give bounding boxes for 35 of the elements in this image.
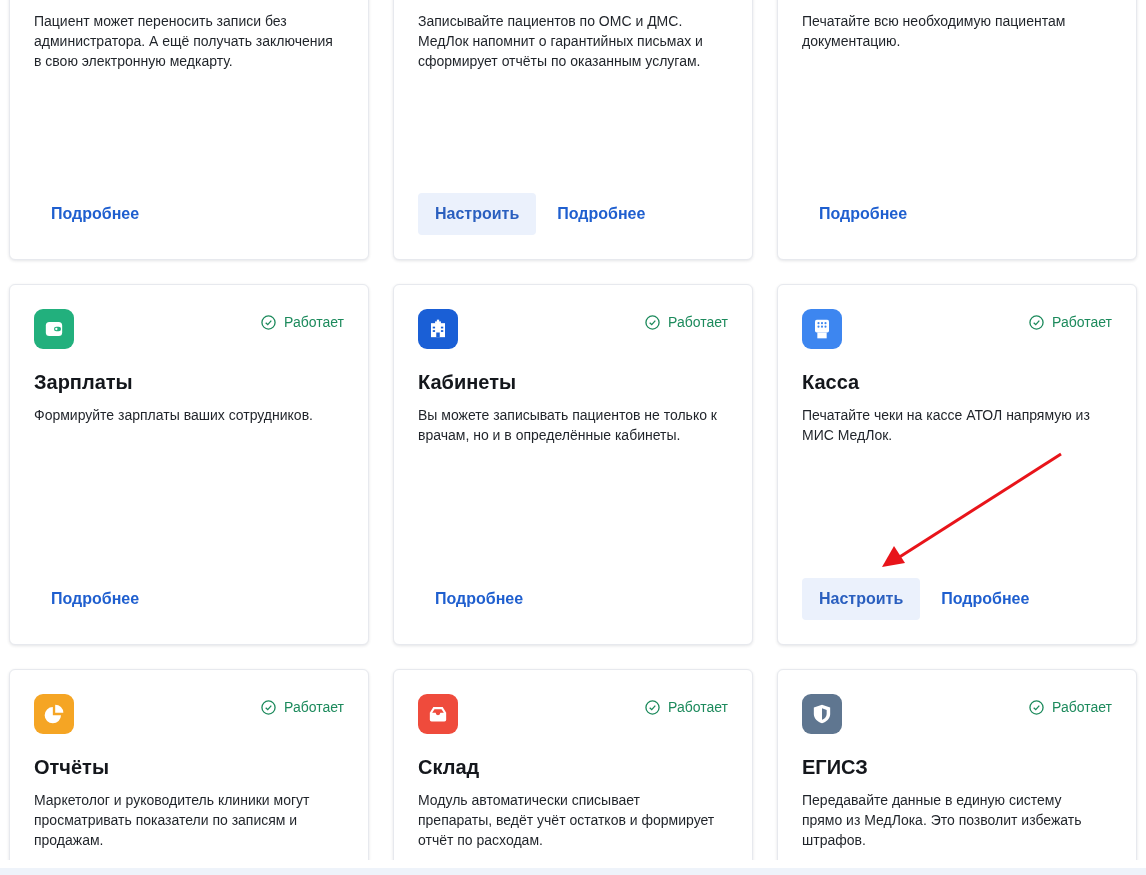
check-circle-icon <box>645 700 661 715</box>
card-title: Касса <box>802 370 861 395</box>
check-circle-icon <box>645 315 661 330</box>
more-link[interactable]: Подробнее <box>540 193 663 235</box>
status-text: Работает <box>284 313 344 332</box>
card-title: ЕГИСЗ <box>802 755 869 780</box>
card-description: Модуль автоматически списывает препараты, ведёт учёт остатков и формирует отчёт по расходам. <box>418 791 716 850</box>
card-title: Кабинеты <box>418 370 518 395</box>
status-text: Работает <box>668 313 728 332</box>
card-description: Записывайте пациентов по ОМС и ДМС. МедЛок напомнит о гарантийных письмах и сформирует отчёты по оказанным услугам. <box>418 12 704 71</box>
card-description: Печатайте всю необходимую пациентам документацию. <box>802 12 1067 51</box>
card-title: Отчёты <box>34 755 110 780</box>
more-link[interactable]: Подробнее <box>802 193 925 235</box>
status-text: Работает <box>1052 313 1112 332</box>
status-text: Работает <box>668 698 728 717</box>
more-link[interactable]: Подробнее <box>418 578 541 620</box>
more-link[interactable]: Подробнее <box>34 578 157 620</box>
card-title: Склад <box>418 755 481 780</box>
status-text: Работает <box>1052 698 1112 717</box>
more-link[interactable]: Подробнее <box>34 193 157 235</box>
card-description: Пациент может переносить записи без администратора. А ещё получать заключения в свою электронную медкарту. <box>34 12 334 71</box>
status-text: Работает <box>284 698 344 717</box>
check-circle-icon <box>261 315 277 330</box>
configure-button[interactable]: Настроить <box>418 193 537 235</box>
card-description: Печатайте чеки на кассе АТОЛ напрямую из МИС МедЛок. <box>802 406 1091 445</box>
check-circle-icon <box>1029 700 1045 715</box>
card-description: Передавайте данные в единую систему прямо из МедЛока. Это позволит избежать штрафов. <box>802 791 1083 850</box>
check-circle-icon <box>261 700 277 715</box>
card-description: Формируйте зарплаты ваших сотрудников. <box>34 406 314 425</box>
configure-button[interactable]: Настроить <box>802 578 921 620</box>
card-title: Зарплаты <box>34 370 134 395</box>
check-circle-icon <box>1029 315 1045 330</box>
more-link[interactable]: Подробнее <box>924 578 1047 620</box>
card-description: Маркетолог и руководитель клиники могут просматривать показатели по записям и продажам. <box>34 791 311 850</box>
card-description: Вы можете записывать пациентов не только к врачам, но и в определённые кабинеты. <box>418 406 718 445</box>
